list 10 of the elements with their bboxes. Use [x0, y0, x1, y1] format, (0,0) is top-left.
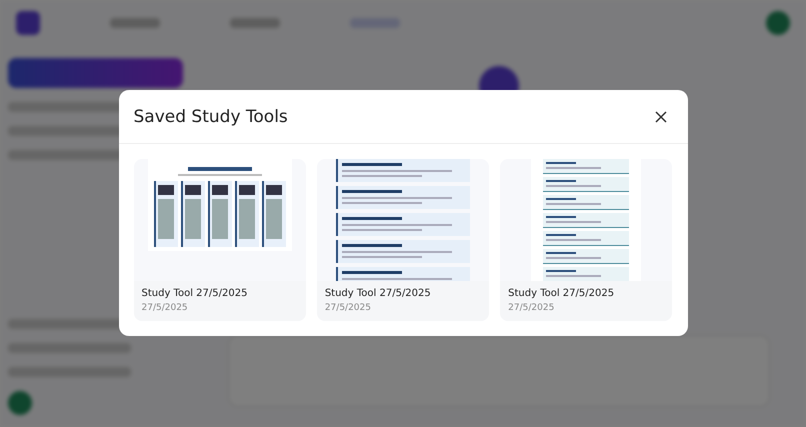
study-tool-card[interactable]: Study Tool 27/5/2025 27/5/2025: [500, 159, 672, 321]
study-tool-card[interactable]: Study Tool 27/5/2025 27/5/2025: [134, 159, 306, 321]
tool-date: 27/5/2025: [142, 303, 189, 313]
tool-title: Study Tool 27/5/2025: [142, 288, 248, 299]
tool-date: 27/5/2025: [508, 303, 556, 313]
tool-date: 27/5/2025: [324, 303, 372, 313]
dialog-title: Saved Study Tools: [134, 106, 288, 126]
study-tool-card[interactable]: Study Tool 27/5/2025 27/5/2025: [316, 159, 490, 321]
tool-title: Study Tool 27/5/2025: [324, 288, 432, 299]
tool-title: Study Tool 27/5/2025: [508, 288, 616, 299]
